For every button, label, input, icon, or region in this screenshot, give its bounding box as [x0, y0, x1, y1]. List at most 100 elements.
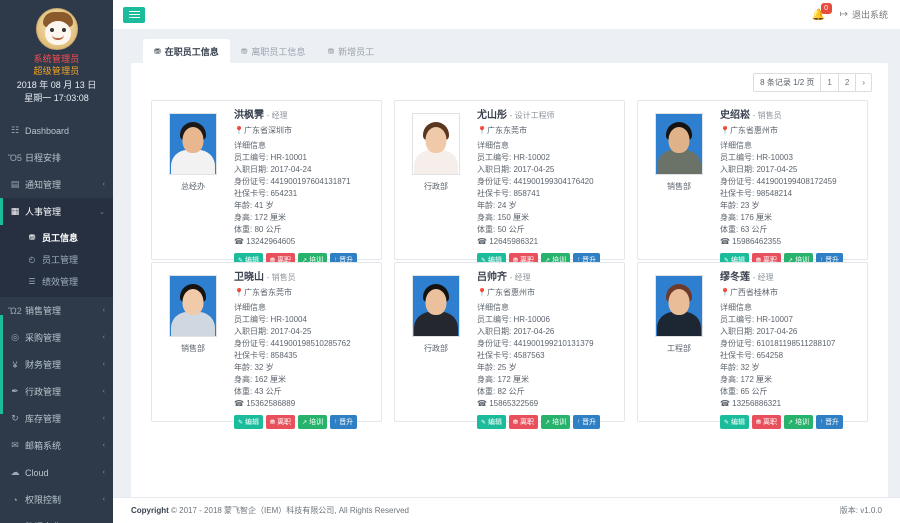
phone-value: 15362586889	[246, 399, 296, 408]
age-value: 23 岁	[740, 201, 760, 210]
id-card-label: 身份证号:	[234, 177, 269, 186]
resign-button[interactable]: ⛃ 离职	[509, 415, 539, 429]
location-pin-icon: 📍	[476, 288, 487, 297]
employee-phone: ☎ 13242964605	[234, 236, 373, 248]
brand-date: 2018 年 08 月 13 日	[16, 80, 97, 90]
sidebar-item-label: 销售管理	[25, 306, 62, 316]
sidebar-item-0[interactable]: ☷ Dashboard	[0, 117, 113, 144]
train-button[interactable]: ↗ 培训	[298, 415, 328, 429]
logout-button[interactable]: ↦ 退出系统	[840, 8, 888, 21]
promote-button[interactable]: ↑ 晋升	[573, 415, 601, 429]
resign-button[interactable]: ⛃ 离职	[266, 415, 296, 429]
sidebar-item-8[interactable]: ↻ 库存管理 ‹	[0, 405, 113, 432]
menu-toggle-button[interactable]	[123, 6, 145, 23]
pagination-page-2[interactable]: 2	[839, 74, 857, 91]
ss-card-value: 654258	[756, 351, 784, 360]
employee-card: 销售部 史绍崧 - 销售员 📍广东省惠州市 详细信息 员工编号: HR-10003 入职日…	[631, 100, 874, 267]
emp-no-value: HR-10007	[756, 315, 793, 324]
employee-actions: ✎ 编辑 ⛃ 离职 ↗ 培训 ↑ 晋升	[476, 415, 616, 429]
sidebar-item-12[interactable]: ▥数据字典‹	[0, 513, 113, 523]
notification-bell-button[interactable]: 🔔 0	[810, 3, 832, 21]
height-value: 176 厘米	[740, 213, 773, 222]
avatar-eye-left-icon	[49, 28, 54, 32]
detail-section-title: 详细信息	[719, 141, 752, 150]
topbar-right: 🔔 0 ↦ 退出系统	[810, 3, 888, 21]
sidebar-item-5[interactable]: ◎ 采购管理 ‹	[0, 324, 113, 351]
clock-icon: ◴	[28, 254, 36, 264]
tab-1[interactable]: ⛃ 离职员工信息	[230, 39, 317, 63]
employee-hire-date: 入职日期: 2017-04-25	[234, 326, 373, 338]
emp-no-value: HR-10004	[270, 315, 307, 324]
employee-department: 行政部	[423, 344, 448, 353]
employee-ss-card: 社保卡号: 98548214	[720, 188, 859, 200]
age-label: 年龄:	[476, 363, 496, 372]
sidebar-item-4[interactable]: Ὥ2 销售管理 ‹	[0, 297, 113, 324]
hire-date-label: 入职日期:	[234, 165, 269, 174]
pagination-next[interactable]: ›	[856, 74, 871, 91]
phone-icon: ☎	[476, 237, 487, 246]
sidebar-item-label: 采购管理	[25, 333, 62, 343]
sidebar-subitem-1[interactable]: ◴ 员工管理	[0, 248, 113, 270]
edit-button[interactable]: ✎ 编辑	[234, 415, 264, 429]
sidebar-item-10[interactable]: ☁ Cloud ‹	[0, 459, 113, 486]
detail-section-title: 详细信息	[476, 141, 509, 150]
employee-role: - 经理	[266, 111, 288, 120]
ss-card-label: 社保卡号:	[234, 189, 269, 198]
tab-label: 离职员工信息	[251, 46, 306, 57]
height-value: 172 厘米	[740, 375, 773, 384]
sidebar-item-9[interactable]: ✉ 邮箱系统 ‹	[0, 432, 113, 459]
phone-value: 13242964605	[246, 237, 296, 246]
location-pin-icon: 📍	[234, 288, 244, 297]
edit-button[interactable]: ✎ 编辑	[719, 415, 749, 429]
phone-icon: ☎	[234, 399, 244, 408]
sidebar-item-11[interactable]: ◔ 权限控制 ‹	[0, 486, 113, 513]
weight-value: 43 公斤	[254, 387, 282, 396]
weight-label: 体重:	[234, 387, 253, 396]
train-button[interactable]: ↗ 培训	[784, 415, 814, 429]
sidebar-item-6[interactable]: ¥ 财务管理 ‹	[0, 351, 113, 378]
detail-section-title: 详细信息	[234, 303, 266, 312]
ss-card-value: 654231	[270, 189, 298, 198]
weight-label: 体重:	[476, 225, 496, 234]
promote-label: 晋升	[582, 419, 597, 426]
employee-photo-column: 销售部	[648, 109, 710, 251]
sidebar-item-2[interactable]: ▤ 通知管理 ‹	[0, 171, 113, 198]
arrow-up-icon: ↑	[577, 419, 581, 425]
sidebar-item-1[interactable]: Ὄ5 日程安排	[0, 144, 113, 171]
tab-0[interactable]: ⛃ 在职员工信息	[143, 39, 230, 63]
edit-button[interactable]: ✎ 编辑	[476, 415, 507, 429]
emp-no-value: HR-10002	[513, 153, 550, 162]
employee-hire-date: 入职日期: 2017-04-25	[720, 164, 859, 176]
sidebar-item-3[interactable]: ▦ 人事管理 ⌄	[0, 198, 113, 225]
employee-photo-column: 销售部	[162, 271, 224, 413]
height-value: 172 厘米	[254, 213, 287, 222]
ss-card-value: 98548214	[756, 189, 793, 198]
sidebar-item-7[interactable]: ✒ 行政管理 ‹	[0, 378, 113, 405]
emp-no-label: 员工编号:	[719, 153, 755, 162]
weight-value: 82 公斤	[497, 387, 525, 396]
chevron-icon: ‹	[102, 388, 105, 395]
resign-button[interactable]: ⛃ 离职	[752, 415, 782, 429]
employee-photo	[411, 275, 460, 337]
employee-name: 缪冬莲 - 经理	[720, 271, 859, 285]
age-value: 32 岁	[740, 363, 760, 372]
employee-department: 工程部	[666, 344, 691, 353]
pagination-page-1[interactable]: 1	[821, 74, 839, 91]
train-button[interactable]: ↗ 培训	[541, 415, 571, 429]
edit-label: 编辑	[731, 419, 745, 426]
employee-age: 年龄: 25 岁	[477, 362, 616, 374]
employee-id-card: 身份证号: 441900198510285762	[234, 338, 373, 350]
dashboard-icon: ☷	[10, 125, 20, 135]
promote-button[interactable]: ↑ 晋升	[816, 415, 844, 429]
promote-button[interactable]: ↑ 晋升	[330, 415, 358, 429]
hire-date-value: 2017-04-26	[513, 327, 555, 336]
employee-card-grid: 总经办 洪枫霁 - 经理 📍广东省深圳市 详细信息 员工编号: HR-10001 入职日期…	[131, 92, 888, 436]
sidebar-subitem-0[interactable]: ⛃ 员工信息	[0, 226, 113, 248]
age-label: 年龄:	[719, 201, 739, 210]
tab-label: 在职员工信息	[164, 46, 219, 57]
location-pin-icon: 📍	[719, 288, 730, 297]
sidebar-subitem-2[interactable]: ☰ 绩效管理	[0, 270, 113, 292]
employee-name-text: 吕帅齐	[476, 272, 507, 283]
tab-2[interactable]: ⛃ 新增员工	[316, 39, 385, 63]
user-minus-icon: ⛃	[270, 419, 276, 426]
